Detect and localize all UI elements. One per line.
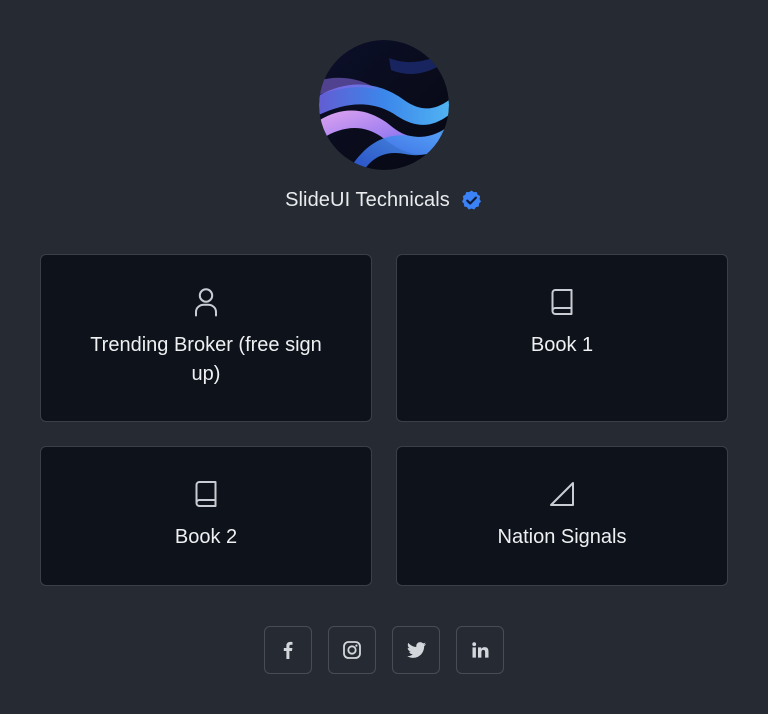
instagram-button[interactable] [328, 626, 376, 674]
link-cards-grid: Trending Broker (free sign up) Book 1 Bo… [40, 254, 728, 586]
verified-badge-icon [461, 189, 481, 210]
profile-header: SlideUI Technicals [0, 40, 768, 213]
user-icon [192, 287, 220, 317]
linkedin-button[interactable] [456, 626, 504, 674]
facebook-button[interactable] [264, 626, 312, 674]
card-nation-signals[interactable]: Nation Signals [396, 446, 728, 586]
facebook-icon [283, 641, 293, 659]
social-links [0, 626, 768, 674]
linkedin-icon [471, 642, 488, 658]
signal-icon [548, 479, 576, 509]
twitter-button[interactable] [392, 626, 440, 674]
instagram-icon [343, 641, 361, 659]
card-book-1[interactable]: Book 1 [396, 254, 728, 422]
card-trending-broker[interactable]: Trending Broker (free sign up) [40, 254, 372, 422]
profile-name: SlideUI Technicals [285, 188, 450, 211]
card-book-2[interactable]: Book 2 [40, 446, 372, 586]
card-label: Book 2 [174, 526, 238, 548]
twitter-icon [406, 642, 426, 658]
book-icon [192, 479, 220, 509]
book-icon [548, 287, 576, 317]
profile-name-row: SlideUI Technicals [285, 187, 483, 213]
avatar[interactable] [319, 40, 449, 170]
card-label: Nation Signals [497, 526, 627, 548]
card-label: Book 1 [530, 334, 594, 356]
card-label: Trending Broker (free sign up) [90, 334, 322, 385]
